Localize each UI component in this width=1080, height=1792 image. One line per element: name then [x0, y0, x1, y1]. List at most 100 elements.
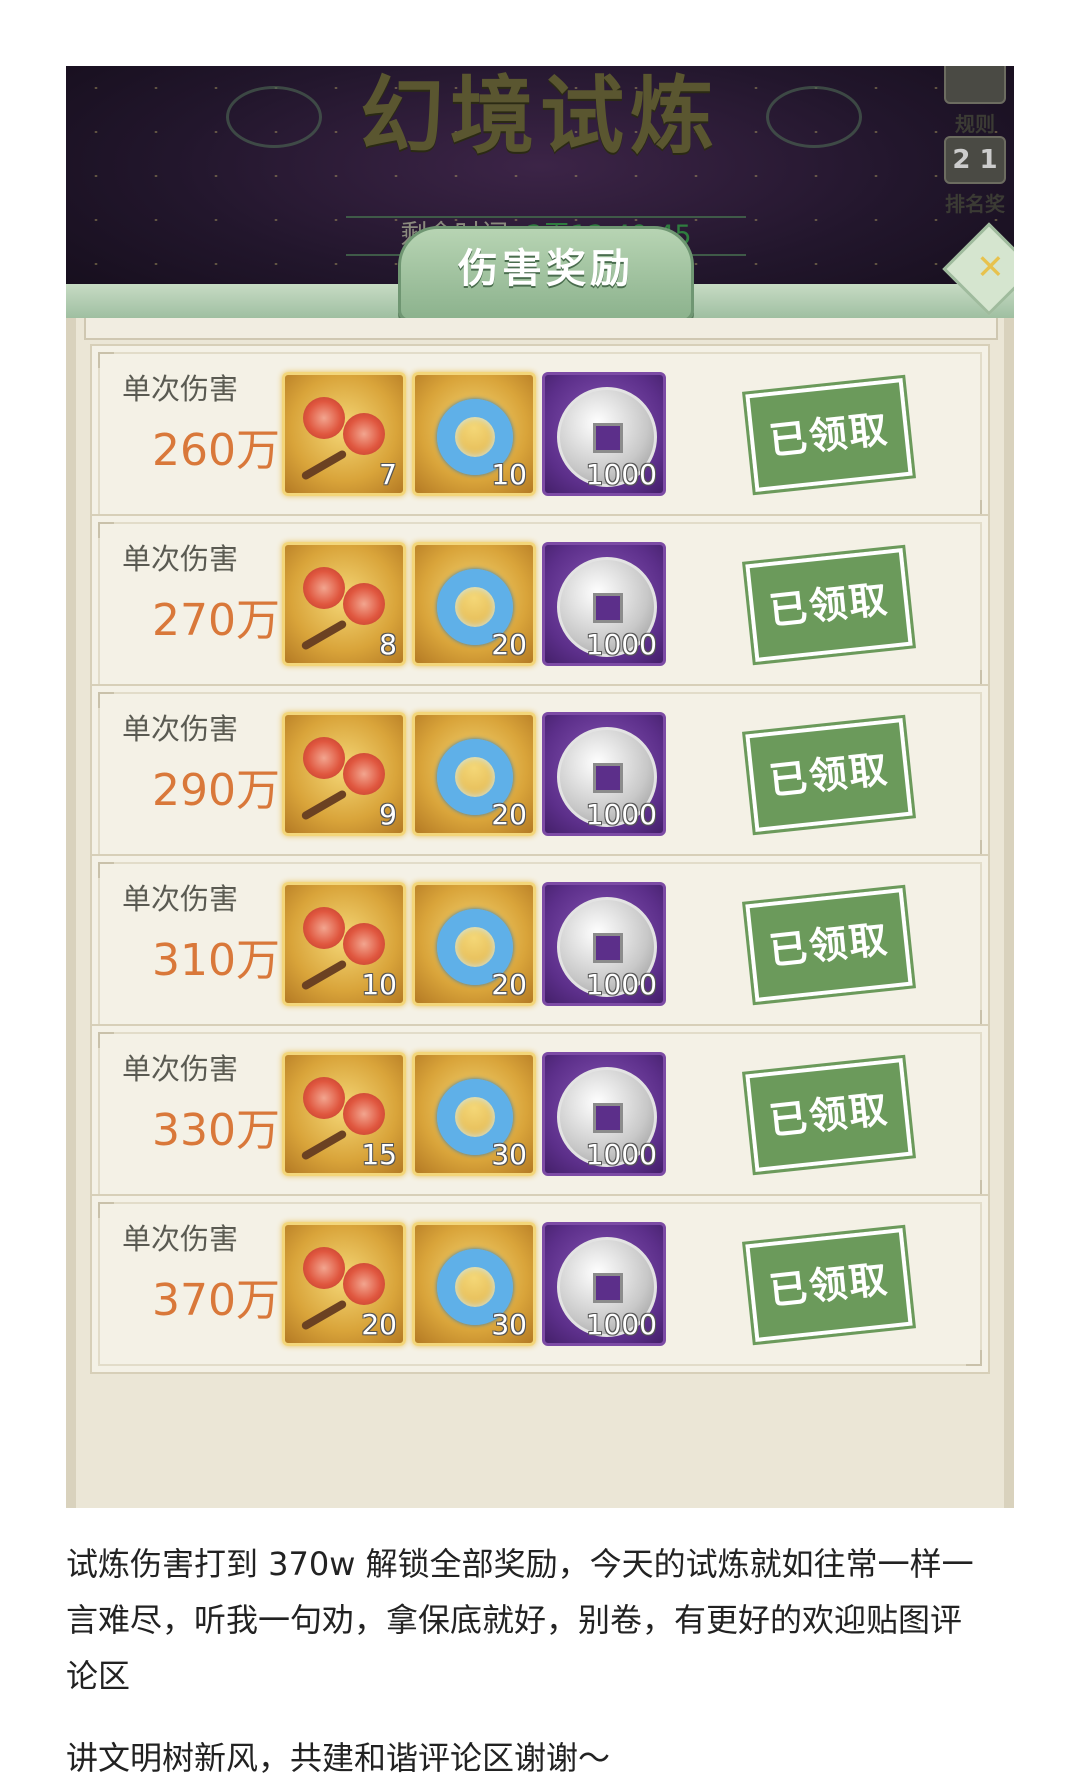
item-count: 9 [379, 798, 397, 831]
rank-label: 排名奖 [945, 192, 1005, 216]
rules-label: 规则 [955, 112, 995, 136]
item-count: 1000 [585, 1308, 657, 1341]
corner-ornament-icon [98, 862, 114, 878]
item-count: 7 [379, 458, 397, 491]
damage-label: 单次伤害 [122, 1222, 239, 1256]
damage-label: 单次伤害 [122, 1052, 239, 1086]
damage-threshold: 330万 [152, 1105, 280, 1156]
reward-item-flower[interactable]: 8 [282, 542, 406, 666]
flower-icon [343, 1093, 385, 1135]
flower-icon [303, 737, 345, 779]
item-count: 1000 [585, 628, 657, 661]
reward-item-jade[interactable]: 20 [412, 542, 536, 666]
branch-icon [300, 619, 348, 651]
flower-icon [303, 567, 345, 609]
flower-icon [303, 1077, 345, 1119]
claimed-stamp: 已领取 [742, 1224, 916, 1346]
flower-icon [343, 1263, 385, 1305]
item-count: 1000 [585, 1138, 657, 1171]
item-count: 15 [361, 1138, 397, 1171]
damage-threshold: 260万 [152, 425, 280, 476]
damage-label: 单次伤害 [122, 542, 239, 576]
item-count: 20 [361, 1308, 397, 1341]
reward-item-jade[interactable]: 30 [412, 1052, 536, 1176]
damage-threshold: 270万 [152, 595, 280, 646]
flower-icon [303, 1247, 345, 1289]
reward-item-jade[interactable]: 30 [412, 1222, 536, 1346]
reward-row: 单次伤害 370万 20 30 1000 已领取 [90, 1194, 990, 1374]
damage-label: 单次伤害 [122, 882, 239, 916]
item-count: 30 [491, 1308, 527, 1341]
item-count: 8 [379, 628, 397, 661]
item-count: 20 [491, 798, 527, 831]
panel-border-left [66, 318, 76, 1508]
flower-icon [343, 753, 385, 795]
claimed-stamp: 已领取 [742, 1054, 916, 1176]
claimed-stamp: 已领取 [742, 714, 916, 836]
reward-item-coin[interactable]: 1000 [542, 712, 666, 836]
damage-threshold: 370万 [152, 1275, 280, 1326]
damage-label: 单次伤害 [122, 712, 239, 746]
scroll-icon [944, 66, 1006, 104]
reward-item-flower[interactable]: 20 [282, 1222, 406, 1346]
reward-row: 单次伤害 330万 15 30 1000 已领取 [90, 1024, 990, 1204]
branch-icon [300, 449, 348, 481]
flower-icon [343, 583, 385, 625]
caption-line: 试炼伤害打到 370w 解锁全部奖励，今天的试炼就如往常一样一 [66, 1545, 974, 1583]
corner-ornament-icon [98, 522, 114, 538]
item-count: 30 [491, 1138, 527, 1171]
corner-ornament-icon [966, 1350, 982, 1366]
rank-reward-button[interactable]: 2 1 排名奖 [936, 136, 1014, 217]
item-count: 1000 [585, 968, 657, 1001]
previous-row-edge [84, 318, 998, 340]
reward-item-flower[interactable]: 15 [282, 1052, 406, 1176]
branch-icon [300, 1129, 348, 1161]
reward-item-flower[interactable]: 7 [282, 372, 406, 496]
claimed-stamp: 已领取 [742, 544, 916, 666]
flower-icon [303, 397, 345, 439]
item-count: 1000 [585, 458, 657, 491]
reward-row: 单次伤害 290万 9 20 1000 已领取 [90, 684, 990, 864]
claimed-stamp: 已领取 [742, 884, 916, 1006]
panel-border-right [1004, 318, 1014, 1508]
reward-item-flower[interactable]: 9 [282, 712, 406, 836]
reward-item-coin[interactable]: 1000 [542, 542, 666, 666]
flower-icon [343, 923, 385, 965]
close-icon: ✕ [976, 247, 1005, 288]
reward-item-flower[interactable]: 10 [282, 882, 406, 1006]
damage-threshold: 290万 [152, 765, 280, 816]
reward-row: 单次伤害 260万 7 10 1000 已领取 [90, 344, 990, 524]
section-ribbon: 伤害奖励 [398, 226, 694, 322]
reward-item-jade[interactable]: 20 [412, 882, 536, 1006]
item-count: 10 [361, 968, 397, 1001]
corner-ornament-icon [98, 692, 114, 708]
reward-item-jade[interactable]: 10 [412, 372, 536, 496]
caption-line: 言难尽，听我一句劝，拿保底就好，别卷，有更好的欢迎贴图评 [66, 1601, 963, 1639]
item-count: 10 [491, 458, 527, 491]
branch-icon [300, 789, 348, 821]
corner-ornament-icon [98, 1032, 114, 1048]
caption-line: 论区 [66, 1657, 131, 1695]
item-count: 20 [491, 628, 527, 661]
damage-threshold: 310万 [152, 935, 280, 986]
reward-item-jade[interactable]: 20 [412, 712, 536, 836]
reward-row: 单次伤害 270万 8 20 1000 已领取 [90, 514, 990, 694]
reward-item-coin[interactable]: 1000 [542, 882, 666, 1006]
branch-icon [300, 1299, 348, 1331]
corner-ornament-icon [98, 1202, 114, 1218]
reward-item-coin[interactable]: 1000 [542, 1222, 666, 1346]
corner-ornament-icon [98, 352, 114, 368]
section-title: 伤害奖励 [458, 245, 634, 292]
reward-item-coin[interactable]: 1000 [542, 1052, 666, 1176]
reward-item-coin[interactable]: 1000 [542, 372, 666, 496]
flower-icon [303, 907, 345, 949]
branch-icon [300, 959, 348, 991]
flower-icon [343, 413, 385, 455]
reward-list[interactable]: 单次伤害 260万 7 10 1000 已领取 单次伤害 270万 8 20 1… [66, 318, 1014, 1508]
claimed-stamp: 已领取 [742, 374, 916, 496]
podium-icon: 2 1 [944, 136, 1006, 184]
rules-button[interactable]: 规则 [936, 66, 1014, 137]
event-title: 幻境试炼 [359, 66, 720, 165]
damage-label: 单次伤害 [122, 372, 239, 406]
caption-line: 讲文明树新风，共建和谐评论区谢谢～ [66, 1739, 611, 1777]
